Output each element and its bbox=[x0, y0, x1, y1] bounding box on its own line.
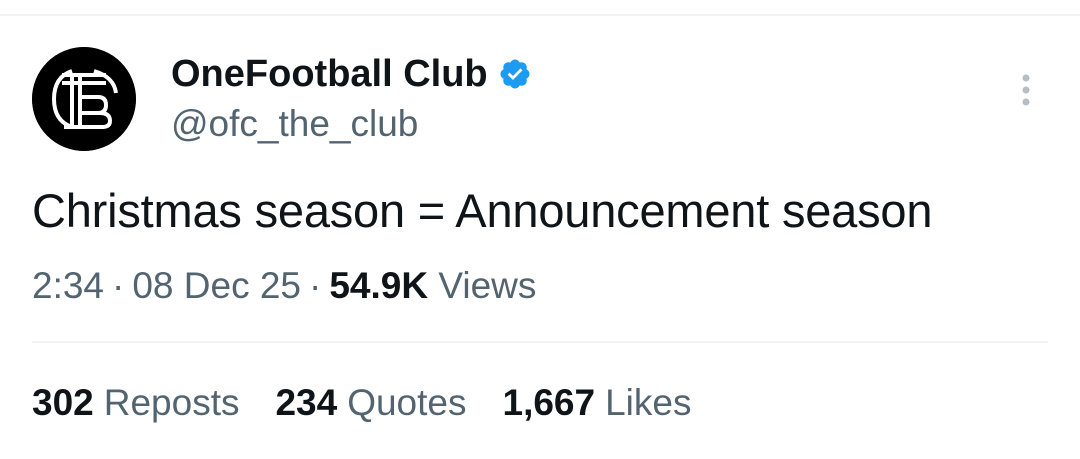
reposts-count: 302 bbox=[32, 382, 94, 423]
tweet-time[interactable]: 2:34 bbox=[32, 265, 104, 306]
reposts-label: Reposts bbox=[103, 382, 240, 423]
quotes-count: 234 bbox=[275, 382, 338, 423]
avatar[interactable] bbox=[32, 47, 136, 151]
user-handle[interactable]: @ofc_the_club bbox=[171, 102, 418, 146]
more-options-button[interactable] bbox=[1010, 70, 1042, 114]
tweet-meta: 2:34 · 08 Dec 25 · 54.9K Views bbox=[32, 264, 536, 308]
likes-count: 1,667 bbox=[502, 382, 596, 423]
tweet-text: Christmas season = Announcement season bbox=[32, 184, 933, 237]
display-name-row[interactable]: OneFootball Club bbox=[171, 52, 532, 96]
quotes-label: Quotes bbox=[347, 382, 467, 423]
views-count[interactable]: 54.9K bbox=[329, 265, 428, 306]
engagement-stats: 302 Reposts 234 Quotes 1,667 Likes bbox=[32, 381, 727, 425]
meta-separator: · bbox=[309, 265, 322, 306]
ofc-logo-icon bbox=[32, 47, 136, 151]
top-divider bbox=[0, 14, 1080, 16]
likes-label: Likes bbox=[605, 382, 692, 423]
views-label[interactable]: Views bbox=[438, 265, 536, 306]
meta-separator: · bbox=[112, 265, 125, 306]
likes-stat[interactable]: 1,667 Likes bbox=[503, 381, 692, 425]
more-vertical-icon bbox=[1022, 74, 1030, 106]
quotes-stat[interactable]: 234 Quotes bbox=[275, 381, 466, 425]
display-name[interactable]: OneFootball Club bbox=[171, 52, 488, 96]
tweet-date[interactable]: 08 Dec 25 bbox=[132, 265, 301, 306]
verified-badge-icon bbox=[500, 59, 530, 89]
reposts-stat[interactable]: 302 Reposts bbox=[32, 381, 239, 425]
stats-divider bbox=[32, 341, 1048, 343]
